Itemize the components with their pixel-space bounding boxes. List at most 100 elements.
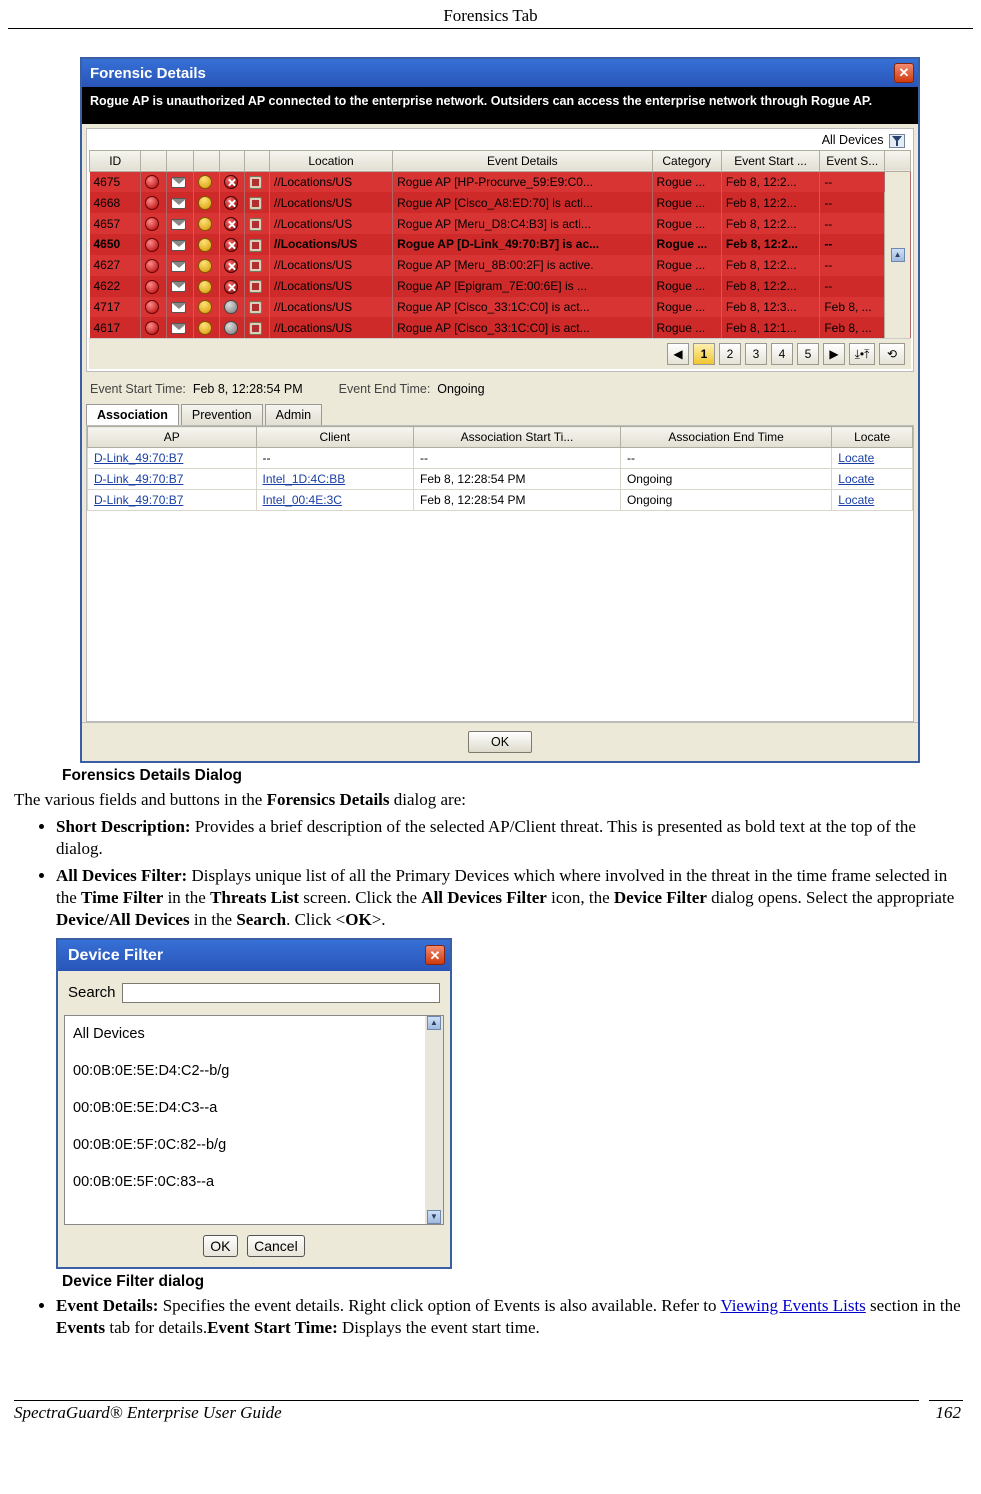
- table-row[interactable]: 4627//Locations/USRogue AP [Meru_8B:00:2…: [90, 255, 911, 276]
- cell-icon: [245, 255, 270, 276]
- cell-ap: D-Link_49:70:B7: [88, 490, 257, 511]
- pager-prev[interactable]: ◀: [667, 343, 689, 365]
- list-item[interactable]: All Devices: [65, 1016, 425, 1053]
- df-list[interactable]: All Devices00:0B:0E:5E:D4:C2--b/g00:0B:0…: [65, 1016, 425, 1224]
- status-icon: [171, 219, 186, 230]
- page-header: Forensics Tab: [8, 0, 973, 28]
- close-icon[interactable]: ✕: [894, 63, 914, 83]
- cell-icon: [219, 297, 245, 318]
- cell-id: 4717: [90, 297, 141, 318]
- status-icon: [198, 217, 212, 231]
- locate-link[interactable]: Locate: [838, 451, 874, 465]
- scrollbar[interactable]: ▲: [885, 171, 911, 338]
- scroll-down-icon[interactable]: ▼: [427, 1210, 441, 1224]
- list-item[interactable]: 00:0B:0E:5F:0C:83--a: [65, 1164, 425, 1201]
- dialog-titlebar[interactable]: Forensic Details ✕: [82, 59, 918, 87]
- close-icon[interactable]: ✕: [425, 945, 445, 965]
- scroll-up-icon[interactable]: ▲: [891, 248, 905, 262]
- cell-locate: Locate: [832, 469, 913, 490]
- col-id[interactable]: ID: [90, 150, 141, 171]
- pager-page[interactable]: 5: [797, 343, 819, 365]
- col-location[interactable]: Location: [270, 150, 393, 171]
- cell-ap: D-Link_49:70:B7: [88, 469, 257, 490]
- locate-link[interactable]: Locate: [838, 472, 874, 486]
- association-table: AP Client Association Start Ti... Associ…: [87, 426, 913, 511]
- cell-client: Intel_00:4E:3C: [256, 490, 414, 511]
- cell-assoc-end: --: [620, 448, 831, 469]
- table-row[interactable]: D-Link_49:70:B7Intel_00:4E:3CFeb 8, 12:2…: [88, 490, 913, 511]
- status-icon: [145, 217, 159, 231]
- table-row[interactable]: 4717//Locations/USRogue AP [Cisco_33:1C:…: [90, 297, 911, 318]
- table-row[interactable]: 4617//Locations/USRogue AP [Cisco_33:1C:…: [90, 317, 911, 338]
- cell-location: //Locations/US: [270, 192, 393, 213]
- cell-icon: [219, 255, 245, 276]
- cell-location: //Locations/US: [270, 171, 393, 192]
- table-row[interactable]: 4622//Locations/USRogue AP [Epigram_7E:0…: [90, 276, 911, 297]
- all-devices-filter-label: All Devices: [822, 133, 884, 147]
- cell-stop: --: [820, 276, 885, 297]
- status-icon: [224, 300, 238, 314]
- pager-page[interactable]: 1: [693, 343, 715, 365]
- filter-icon[interactable]: [889, 134, 905, 148]
- cell-icon: [219, 234, 245, 255]
- col-icon-2[interactable]: [167, 150, 194, 171]
- time-row: Event Start Time: Feb 8, 12:28:54 PM Eve…: [82, 372, 918, 404]
- df-scrollbar[interactable]: ▲ ▼: [425, 1016, 443, 1224]
- scroll-up-icon[interactable]: ▲: [427, 1016, 441, 1030]
- cell-icon: [141, 192, 167, 213]
- status-icon: [145, 259, 159, 273]
- status-icon: [171, 281, 186, 292]
- assoc-col-end[interactable]: Association End Time: [620, 427, 831, 448]
- col-icon-5[interactable]: [245, 150, 270, 171]
- table-row[interactable]: 4668//Locations/USRogue AP [Cisco_A8:ED:…: [90, 192, 911, 213]
- pager-page[interactable]: 4: [771, 343, 793, 365]
- pager-jump-icon[interactable]: ⤓•⤒: [849, 343, 875, 365]
- status-icon: [224, 175, 238, 189]
- table-row[interactable]: 4650//Locations/USRogue AP [D-Link_49:70…: [90, 234, 911, 255]
- ok-button[interactable]: OK: [468, 731, 532, 753]
- list-item[interactable]: 00:0B:0E:5E:D4:C2--b/g: [65, 1053, 425, 1090]
- viewing-events-lists-link[interactable]: Viewing Events Lists: [720, 1296, 865, 1315]
- df-titlebar[interactable]: Device Filter ✕: [58, 940, 450, 971]
- pager-refresh-icon[interactable]: ⟲: [879, 343, 905, 365]
- event-end-value: Ongoing: [437, 382, 484, 396]
- col-icon-1[interactable]: [141, 150, 167, 171]
- client-link[interactable]: Intel_1D:4C:BB: [263, 472, 346, 486]
- assoc-col-locate[interactable]: Locate: [832, 427, 913, 448]
- cell-locate: Locate: [832, 448, 913, 469]
- col-category[interactable]: Category: [652, 150, 721, 171]
- tab-prevention[interactable]: Prevention: [181, 404, 263, 425]
- cell-icon: [167, 276, 194, 297]
- status-icon: [249, 239, 262, 252]
- tab-association[interactable]: Association: [86, 404, 179, 425]
- df-cancel-button[interactable]: Cancel: [247, 1235, 305, 1257]
- pager-page[interactable]: 3: [745, 343, 767, 365]
- col-icon-3[interactable]: [194, 150, 220, 171]
- client-link[interactable]: Intel_00:4E:3C: [263, 493, 342, 507]
- assoc-col-ap[interactable]: AP: [88, 427, 257, 448]
- table-row[interactable]: 4657//Locations/USRogue AP [Meru_D8:C4:B…: [90, 213, 911, 234]
- table-row[interactable]: 4675//Locations/USRogue AP [HP-Procurve_…: [90, 171, 911, 192]
- cell-icon: [194, 297, 220, 318]
- assoc-col-start[interactable]: Association Start Ti...: [414, 427, 621, 448]
- search-input[interactable]: [122, 983, 440, 1003]
- list-item[interactable]: 00:0B:0E:5F:0C:82--b/g: [65, 1127, 425, 1164]
- ap-link[interactable]: D-Link_49:70:B7: [94, 451, 183, 465]
- table-row[interactable]: D-Link_49:70:B7------Locate: [88, 448, 913, 469]
- status-icon: [198, 175, 212, 189]
- pager-next[interactable]: ▶: [823, 343, 845, 365]
- tab-admin[interactable]: Admin: [265, 404, 322, 425]
- pager-page[interactable]: 2: [719, 343, 741, 365]
- col-icon-4[interactable]: [219, 150, 245, 171]
- locate-link[interactable]: Locate: [838, 493, 874, 507]
- cell-details: Rogue AP [Meru_8B:00:2F] is active.: [393, 255, 652, 276]
- ap-link[interactable]: D-Link_49:70:B7: [94, 493, 183, 507]
- ap-link[interactable]: D-Link_49:70:B7: [94, 472, 183, 486]
- assoc-col-client[interactable]: Client: [256, 427, 414, 448]
- col-event-start[interactable]: Event Start ...: [721, 150, 819, 171]
- col-event-details[interactable]: Event Details: [393, 150, 652, 171]
- table-row[interactable]: D-Link_49:70:B7Intel_1D:4C:BBFeb 8, 12:2…: [88, 469, 913, 490]
- col-event-stop[interactable]: Event S...: [820, 150, 885, 171]
- list-item[interactable]: 00:0B:0E:5E:D4:C3--a: [65, 1090, 425, 1127]
- df-ok-button[interactable]: OK: [203, 1235, 237, 1257]
